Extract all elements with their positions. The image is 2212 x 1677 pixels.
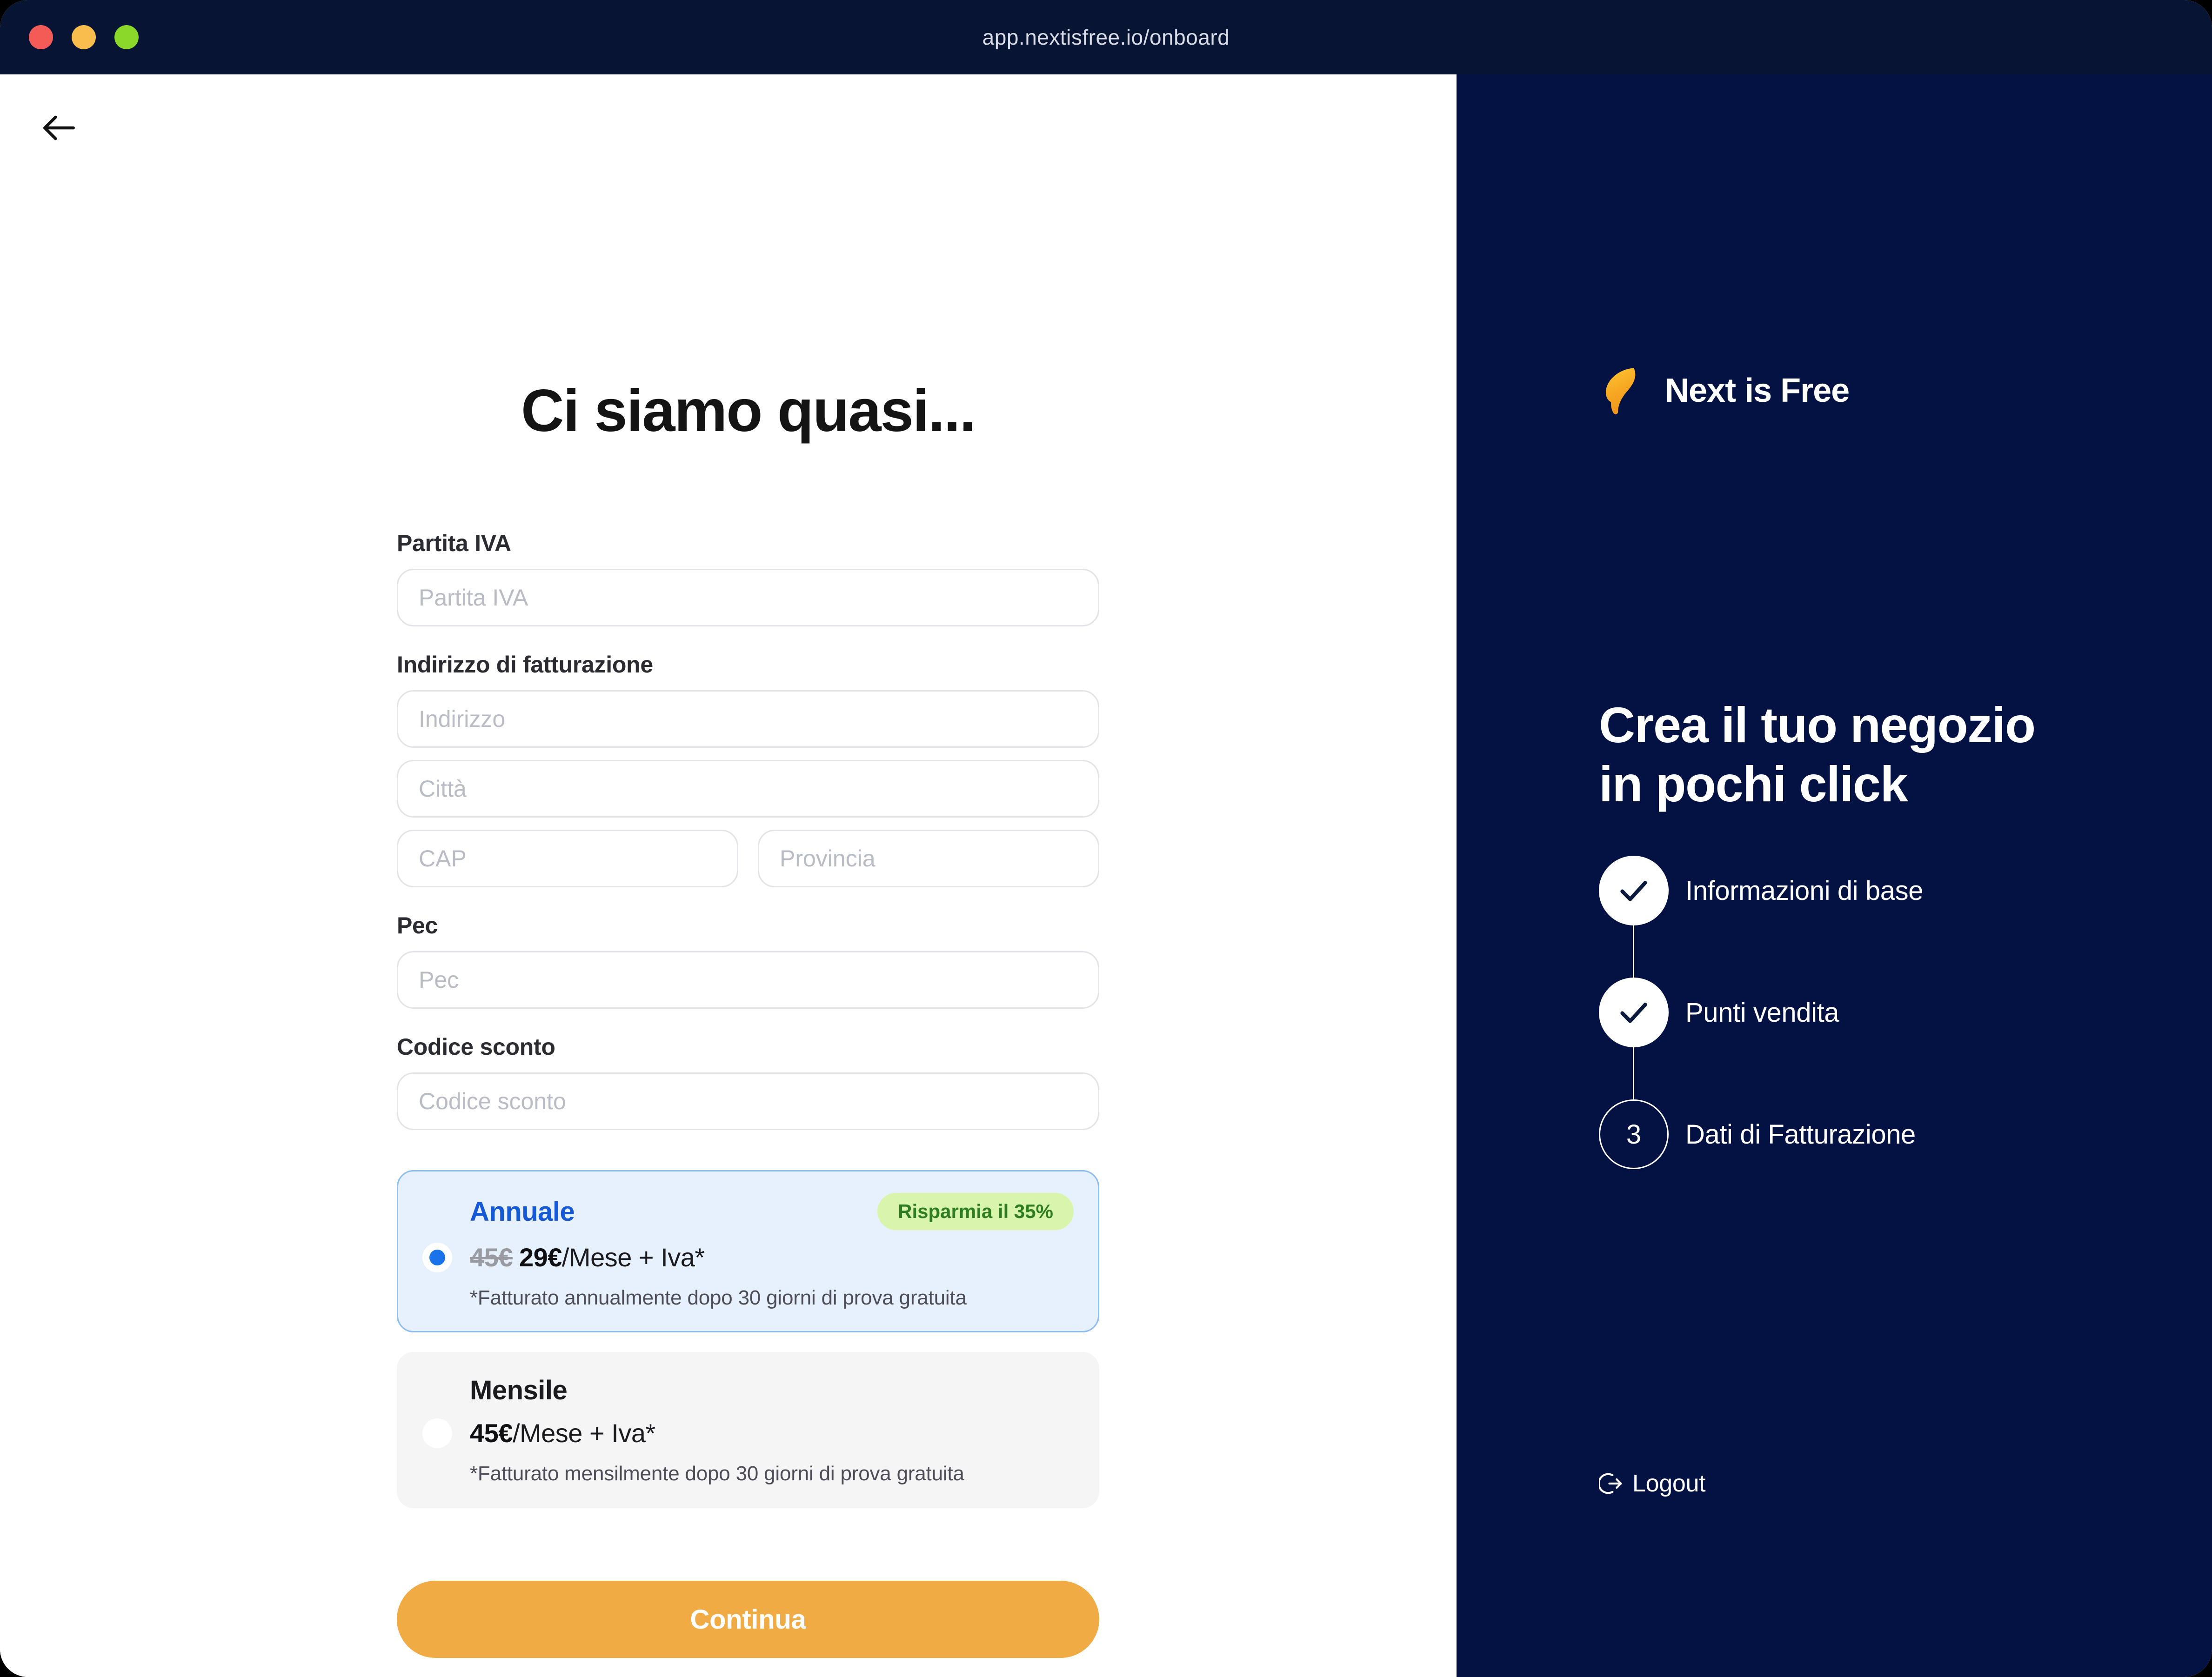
radio-selected-dot: [429, 1249, 445, 1265]
step-2-status-circle: [1599, 978, 1669, 1047]
step-item-informazioni-di-base[interactable]: Informazioni di base: [1599, 856, 2111, 925]
onboarding-steps: Informazioni di base Punti vendita 3 Dat…: [1599, 856, 2111, 1169]
plan-annual-savings-badge: Risparmia il 35%: [877, 1193, 1074, 1230]
discount-code-label: Codice sconto: [397, 1034, 555, 1060]
plan-annual-price-period: /Mese + Iva*: [561, 1243, 705, 1272]
plan-annual-price-original: 45€: [470, 1243, 513, 1272]
plan-annual-radio[interactable]: [422, 1242, 452, 1272]
onboarding-form-pane: Ci siamo quasi... Partita IVA Indirizzo …: [0, 74, 1457, 1677]
plan-monthly-header: Mensile: [470, 1375, 1074, 1406]
plan-annual-body: 45€ 29€/Mese + Iva*: [422, 1242, 1074, 1272]
plan-monthly-body: 45€/Mese + Iva*: [422, 1418, 1074, 1448]
step-3-status-circle: 3: [1599, 1099, 1669, 1169]
address-input[interactable]: [397, 690, 1099, 748]
logout-icon: [1599, 1473, 1622, 1494]
back-button[interactable]: [29, 98, 89, 158]
continue-button[interactable]: Continua: [397, 1581, 1099, 1658]
address-bar[interactable]: app.nextisfree.io/onboard: [0, 25, 2212, 50]
promo-headline-line1: Crea il tuo negozio: [1599, 697, 2036, 753]
plan-monthly-radio[interactable]: [422, 1418, 452, 1448]
plan-annual-price-current: 29€: [519, 1243, 562, 1272]
plan-monthly-price-period: /Mese + Iva*: [512, 1418, 655, 1448]
zip-province-row: [397, 830, 1099, 887]
step-connector-2-3: [1633, 1047, 1634, 1099]
promo-headline-line2: in pochi click: [1599, 756, 1908, 812]
plan-annual-name: Annuale: [470, 1196, 575, 1227]
nextisfree-leaf-logo-icon: [1606, 368, 1636, 414]
plan-monthly-note: *Fatturato mensilmente dopo 30 giorni di…: [470, 1462, 964, 1485]
plan-annual-header: Annuale Risparmia il 35%: [470, 1193, 1074, 1230]
billing-address-label: Indirizzo di fatturazione: [397, 652, 653, 678]
plan-monthly-price-current: 45€: [470, 1418, 513, 1448]
step-1-status-circle: [1599, 856, 1669, 925]
page-content: Ci siamo quasi... Partita IVA Indirizzo …: [0, 74, 2212, 1677]
check-icon: [1620, 1003, 1647, 1023]
zip-input[interactable]: [397, 830, 738, 887]
pec-label: Pec: [397, 912, 438, 938]
pec-input[interactable]: [397, 951, 1099, 1009]
step-connector-1-2: [1633, 925, 1634, 978]
browser-titlebar: app.nextisfree.io/onboard: [0, 0, 2212, 74]
step-item-dati-di-fatturazione[interactable]: 3 Dati di Fatturazione: [1599, 1099, 2111, 1169]
step-3-label: Dati di Fatturazione: [1685, 1119, 1916, 1150]
brand-logo: Next is Free: [1599, 363, 1850, 419]
plan-annual-note: *Fatturato annualmente dopo 30 giorni di…: [470, 1286, 967, 1309]
arrow-left-icon: [43, 115, 75, 140]
form-column: Ci siamo quasi... Partita IVA Indirizzo …: [397, 74, 1099, 1658]
step-1-label: Informazioni di base: [1685, 875, 1924, 906]
plan-selector: Annuale Risparmia il 35% 45€ 29€/Mese + I…: [397, 1170, 1099, 1508]
page-title: Ci siamo quasi...: [521, 378, 976, 444]
browser-window: app.nextisfree.io/onboard Ci siamo quasi…: [0, 0, 2212, 1677]
discount-code-input[interactable]: [397, 1072, 1099, 1130]
plan-option-monthly[interactable]: Mensile 45€/Mese + Iva* *Fatturato mensi…: [397, 1352, 1099, 1508]
brand-name: Next is Free: [1665, 372, 1850, 409]
check-icon: [1620, 881, 1647, 901]
plan-monthly-price: 45€/Mese + Iva*: [470, 1418, 655, 1448]
vat-label: Partita IVA: [397, 530, 511, 556]
logout-label: Logout: [1632, 1470, 1706, 1497]
step-2-label: Punti vendita: [1685, 997, 1839, 1028]
plan-monthly-name: Mensile: [470, 1375, 568, 1405]
promo-pane: Next is Free Crea il tuo negozio in poch…: [1457, 74, 2212, 1677]
promo-headline: Crea il tuo negozio in pochi click: [1599, 695, 2036, 814]
city-input[interactable]: [397, 760, 1099, 818]
step-item-punti-vendita[interactable]: Punti vendita: [1599, 978, 2111, 1047]
plan-option-annual[interactable]: Annuale Risparmia il 35% 45€ 29€/Mese + I…: [397, 1170, 1099, 1332]
logout-button[interactable]: Logout: [1599, 1470, 1706, 1497]
plan-annual-price: 45€ 29€/Mese + Iva*: [470, 1242, 705, 1272]
province-input[interactable]: [758, 830, 1099, 887]
vat-input[interactable]: [397, 569, 1099, 626]
